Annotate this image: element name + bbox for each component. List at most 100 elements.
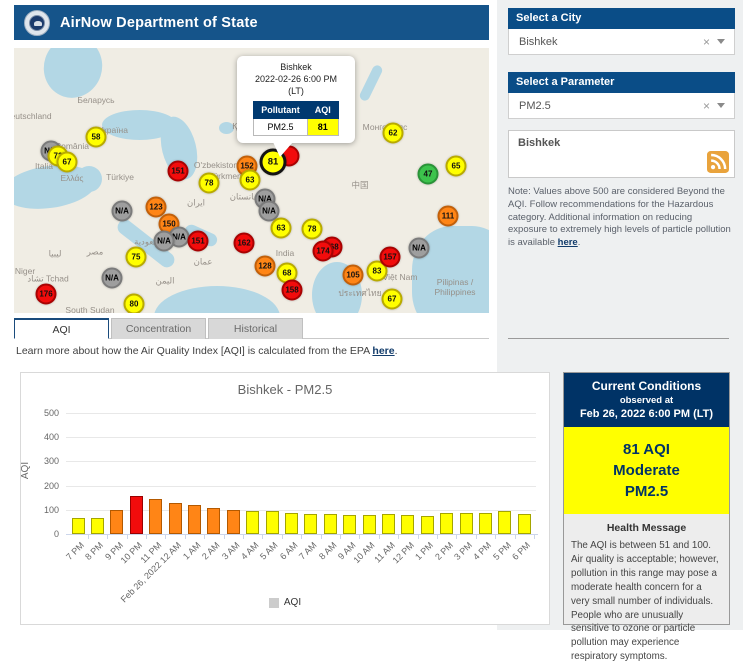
map-marker[interactable]: N/A (154, 231, 175, 252)
map-marker[interactable]: 151 (188, 231, 209, 252)
chart-bar[interactable] (304, 514, 317, 534)
chart-bar[interactable] (479, 513, 492, 534)
tab-historical[interactable]: Historical (208, 318, 303, 339)
map-marker[interactable]: 67 (382, 289, 403, 310)
chart-x-tick (418, 535, 419, 539)
map-marker[interactable]: N/A (112, 201, 133, 222)
chart-bar[interactable] (246, 511, 259, 534)
map-marker[interactable]: 151 (168, 161, 189, 182)
chart-x-tick (88, 535, 89, 539)
city-textbox-container: Bishkek (508, 130, 735, 178)
chart-title: Bishkek - PM2.5 (21, 382, 549, 397)
chart-bar[interactable] (285, 513, 298, 534)
chart-bar[interactable] (72, 518, 85, 534)
map-country-label: South Sudan (65, 305, 114, 313)
chart-bar[interactable] (149, 499, 162, 534)
parameter-clear-icon[interactable]: × (696, 99, 717, 113)
epa-link[interactable]: here (372, 345, 394, 357)
aqi-chart-panel: Bishkek - PM2.5 AQI AQI 0100200300400500… (20, 372, 550, 625)
chart-bar[interactable] (130, 496, 143, 534)
chart-bar[interactable] (518, 514, 531, 534)
popup-timezone: (LT) (241, 85, 351, 97)
learn-more-suffix: . (395, 345, 398, 357)
chart-bar[interactable] (110, 510, 123, 534)
note-link[interactable]: here (558, 237, 578, 248)
chart-x-tick (107, 535, 108, 539)
rss-feed-icon[interactable] (707, 151, 729, 173)
map-water (358, 64, 384, 103)
map-marker[interactable]: 111 (438, 206, 459, 227)
tab-concentration[interactable]: Concentration (111, 318, 206, 339)
chart-x-tick-label: 2 AM (200, 540, 222, 562)
chart-x-tick (301, 535, 302, 539)
chart-x-tick (224, 535, 225, 539)
map-marker[interactable]: 176 (36, 284, 57, 305)
chart-x-tick-label: 5 AM (258, 540, 280, 562)
map-country-label: O'zbekiston (194, 160, 238, 170)
chart-bar[interactable] (169, 503, 182, 534)
map-marker[interactable]: N/A (102, 268, 123, 289)
chart-bar[interactable] (266, 511, 279, 534)
chart-x-tick (262, 535, 263, 539)
chart-gridline (66, 413, 536, 414)
map-marker[interactable]: 157 (380, 247, 401, 268)
city-caret-down-icon[interactable] (717, 39, 725, 44)
map-marker[interactable]: 58 (86, 127, 107, 148)
chart-x-tick-label: 6 PM (510, 540, 532, 562)
map-marker[interactable]: 63 (240, 170, 261, 191)
chart-y-tick-label: 100 (29, 505, 59, 515)
health-message-text: The AQI is between 51 and 100. Air quali… (571, 539, 722, 664)
chart-bar[interactable] (460, 513, 473, 534)
map-water (76, 166, 102, 192)
chart-bar[interactable] (382, 514, 395, 534)
map-marker[interactable]: 80 (124, 294, 145, 314)
chart-x-tick-label: 5 PM (491, 540, 513, 562)
chart-x-tick (127, 535, 128, 539)
map-marker[interactable]: 62 (383, 123, 404, 144)
map-marker[interactable]: 105 (343, 265, 364, 286)
map-country-label: اليمن (156, 276, 175, 287)
chart-bar[interactable] (188, 505, 201, 534)
parameter-caret-down-icon[interactable] (717, 103, 725, 108)
tab-aqi[interactable]: AQI (14, 318, 109, 339)
map-marker[interactable]: N/A (409, 238, 430, 259)
chart-bar[interactable] (324, 514, 337, 534)
current-aqi-category: Moderate (568, 460, 725, 481)
chart-bar[interactable] (227, 510, 240, 534)
chart-legend[interactable]: AQI (21, 597, 549, 608)
chart-x-tick (495, 535, 496, 539)
map-marker[interactable]: 78 (199, 173, 220, 194)
map-marker[interactable]: 162 (234, 233, 255, 254)
learn-more-text: Learn more about how the Air Quality Ind… (16, 345, 398, 357)
chart-x-tick (185, 535, 186, 539)
observed-datetime: Feb 26, 2022 6:00 PM (LT) (568, 408, 725, 420)
map-marker[interactable]: 158 (282, 280, 303, 301)
health-message-title: Health Message (571, 522, 722, 534)
map-marker[interactable]: 47 (418, 164, 439, 185)
chart-bar[interactable] (363, 515, 376, 534)
chart-x-tick-label: 4 AM (239, 540, 261, 562)
chart-bar[interactable] (421, 516, 434, 534)
map-popup: Bishkek 2022-02-26 6:00 PM (LT) Pollutan… (237, 56, 355, 143)
city-dropdown[interactable]: Bishkek × (508, 29, 735, 55)
chart-bar[interactable] (91, 518, 104, 534)
map-marker[interactable]: 75 (126, 247, 147, 268)
chart-bar[interactable] (401, 515, 414, 534)
map-marker[interactable]: 78 (302, 219, 323, 240)
map-marker[interactable]: 128 (255, 256, 276, 277)
aqi-map[interactable]: БеларусьDeutschlandУкраїнаRomâniaItaliaΕ… (14, 48, 489, 313)
parameter-dropdown[interactable]: PM2.5 × (508, 93, 735, 119)
legend-label: AQI (284, 597, 301, 608)
city-textbox[interactable]: Bishkek (509, 131, 734, 177)
chart-bar[interactable] (207, 508, 220, 534)
chart-x-tick-label: 10 AM (352, 540, 377, 565)
city-clear-icon[interactable]: × (696, 35, 717, 49)
map-marker[interactable]: 65 (446, 156, 467, 177)
map-marker[interactable]: 174 (313, 241, 334, 262)
app-header: AirNow Department of State (14, 5, 489, 40)
map-marker[interactable]: 67 (57, 152, 78, 173)
map-marker[interactable]: 63 (271, 218, 292, 239)
chart-bar[interactable] (343, 515, 356, 534)
chart-bar[interactable] (498, 511, 511, 534)
chart-bar[interactable] (440, 513, 453, 534)
